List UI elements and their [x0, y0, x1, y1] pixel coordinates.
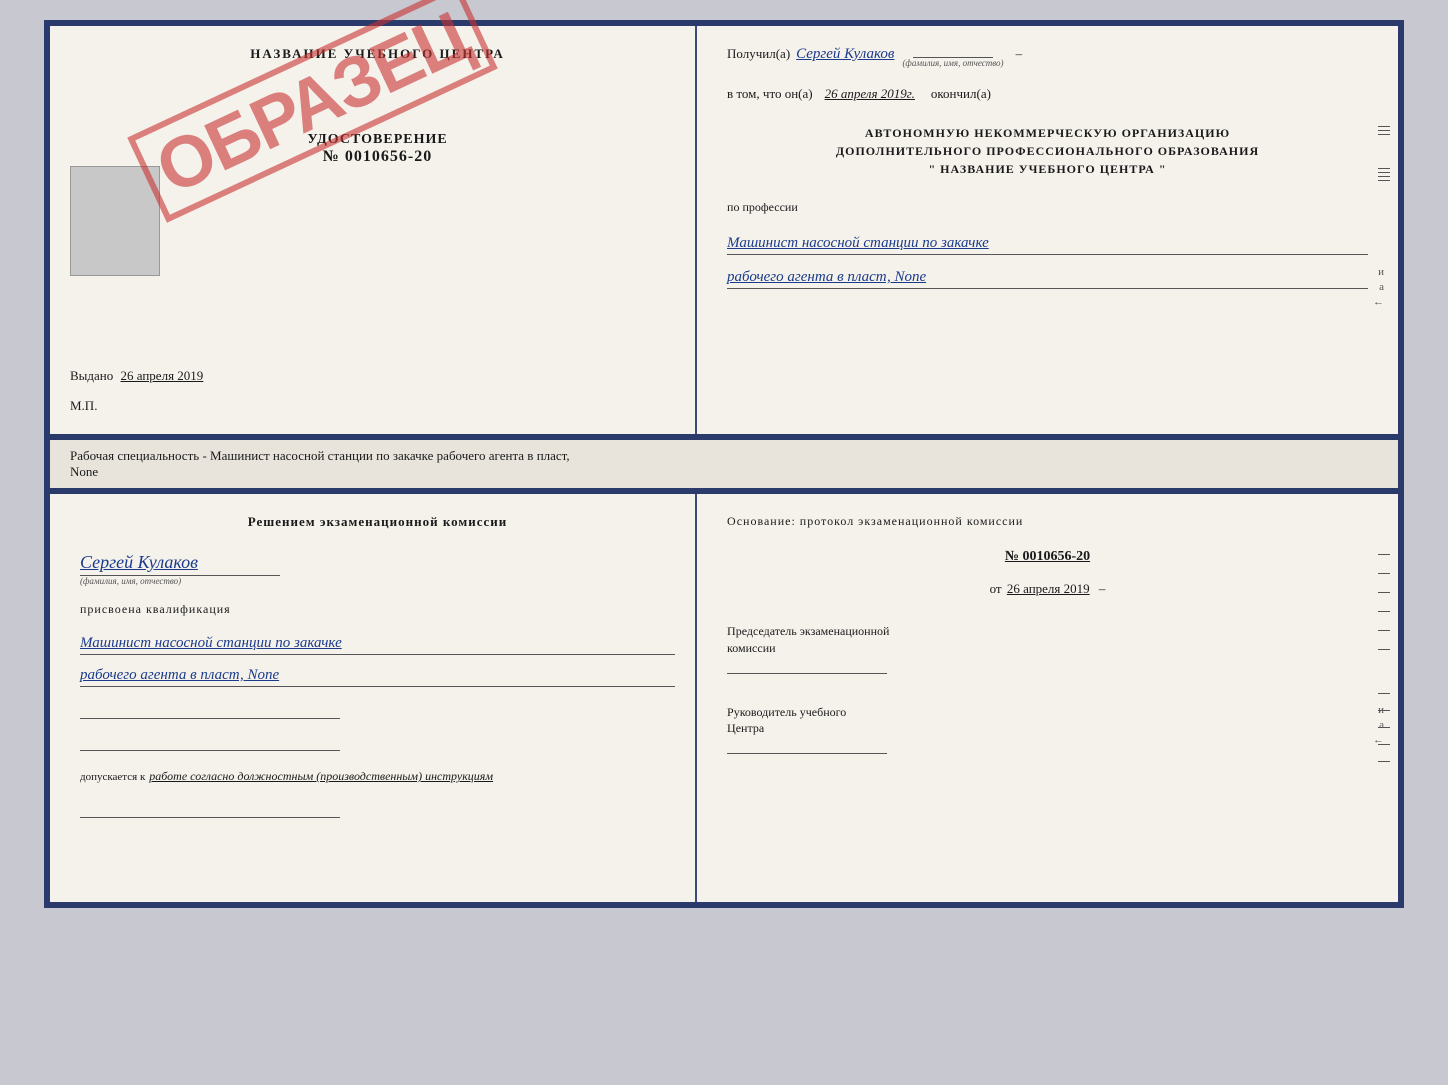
dopuskaetsya-label: допускается к: [80, 771, 145, 783]
udostoverenie-number: № 0010656-20: [323, 148, 432, 166]
bottom-name: Сергей Кулаков: [80, 552, 675, 573]
poluchil-line: Получил(а) Сергей Кулаков (фамилия, имя,…: [727, 46, 1368, 68]
document-container: НАЗВАНИЕ УЧЕБНОГО ЦЕНТРА ОБРАЗЕЦ УДОСТОВ…: [44, 20, 1404, 908]
top-doc-right: Получил(а) Сергей Кулаков (фамилия, имя,…: [697, 26, 1398, 434]
vtom-label: в том, что он(а): [727, 86, 813, 102]
vydano-line: Выдано 26 апреля 2019: [70, 368, 675, 384]
bottom-name-block: Сергей Кулаков (фамилия, имя, отчество): [80, 546, 675, 586]
po-professii-label: по профессии: [727, 200, 1368, 215]
bottom-familiya-label: (фамилия, имя, отчество): [80, 576, 675, 586]
bottom-right-decorative-lines: [1378, 554, 1390, 650]
rabote-label: работе согласно должностным (производств…: [149, 769, 493, 784]
dopuskaetsya-line: допускается к работе согласно должностны…: [80, 769, 675, 784]
protocol-number: № 0010656-20: [727, 549, 1368, 565]
profession-line1: Машинист насосной станции по закачке: [727, 231, 1368, 255]
underline-field-2: [80, 731, 340, 751]
right-label-a: а: [1379, 281, 1384, 293]
center-text-block: АВТОНОМНУЮ НЕКОММЕРЧЕСКУЮ ОРГАНИЗАЦИЮ ДО…: [727, 124, 1368, 178]
rukovoditel-title-line1: Руководитель учебного: [727, 704, 1368, 721]
prisvoena-text: присвоена квалификация: [80, 602, 675, 617]
mp-label: М.П.: [70, 398, 97, 414]
ot-label: от: [990, 581, 1002, 596]
bottom-profession-line2: рабочего агента в пласт, None: [80, 663, 675, 687]
center-line1: АВТОНОМНУЮ НЕКОММЕРЧЕСКУЮ ОРГАНИЗАЦИЮ: [727, 124, 1368, 142]
separator-line1: Рабочая специальность - Машинист насосно…: [70, 448, 570, 463]
bottom-profession-line1: Машинист насосной станции по закачке: [80, 631, 675, 655]
stamp-text: ОБРАЗЕЦ: [127, 0, 498, 223]
rukovoditel-title-line2: Центра: [727, 720, 1368, 737]
predsedatel-block: Председатель экзаменационной комиссии: [727, 623, 1368, 674]
vtom-date: 26 апреля 2019г.: [825, 86, 915, 102]
vydano-date: 26 апреля 2019: [121, 368, 204, 383]
top-doc-left: НАЗВАНИЕ УЧЕБНОГО ЦЕНТРА ОБРАЗЕЦ УДОСТОВ…: [50, 26, 697, 434]
udostoverenie-title: УДОСТОВЕРЕНИЕ: [307, 132, 447, 148]
photo-placeholder: [70, 166, 160, 276]
underline-field-1: [80, 699, 340, 719]
predsedatel-title-line1: Председатель экзаменационной: [727, 623, 1368, 640]
familiya-label-top: (фамилия, имя, отчество): [902, 58, 1003, 68]
poluchil-label: Получил(а): [727, 46, 790, 62]
ot-date-line: от 26 апреля 2019 –: [727, 581, 1368, 597]
dash-poluchil: –: [1016, 46, 1023, 62]
ot-date-value: 26 апреля 2019: [1007, 581, 1090, 596]
predsedatel-signature-line: [727, 673, 887, 674]
udostoverenie-block: УДОСТОВЕРЕНИЕ № 0010656-20: [307, 132, 447, 166]
rukovoditel-block: Руководитель учебного Центра: [727, 704, 1368, 755]
bottom-document: Решением экзаменационной комиссии Сергей…: [44, 488, 1404, 908]
bottom-right-dashes-lower: [1378, 693, 1390, 762]
okonchil-label: окончил(а): [931, 86, 991, 102]
bottom-doc-left: Решением экзаменационной комиссии Сергей…: [50, 494, 697, 902]
center-line2: ДОПОЛНИТЕЛЬНОГО ПРОФЕССИОНАЛЬНОГО ОБРАЗО…: [727, 142, 1368, 160]
right-decorative-lines: [1378, 126, 1390, 181]
dash-ot: –: [1099, 581, 1106, 596]
predsedatel-title-line2: комиссии: [727, 640, 1368, 657]
right-label-i: и: [1378, 266, 1384, 278]
profession-line2: рабочего агента в пласт, None: [727, 265, 1368, 289]
top-document: НАЗВАНИЕ УЧЕБНОГО ЦЕНТРА ОБРАЗЕЦ УДОСТОВ…: [44, 20, 1404, 440]
bottom-doc-right: Основание: протокол экзаменационной коми…: [697, 494, 1398, 902]
separator-line2: None: [70, 464, 98, 479]
separator-text: Рабочая специальность - Машинист насосно…: [44, 440, 1404, 488]
right-label-arrow: ←: [1373, 296, 1384, 308]
rukovoditel-signature-line: [727, 753, 887, 754]
obrazets-stamp: ОБРАЗЕЦ: [127, 0, 498, 223]
osnovanie-text: Основание: протокол экзаменационной коми…: [727, 514, 1368, 529]
center-line3: " НАЗВАНИЕ УЧЕБНОГО ЦЕНТРА ": [727, 160, 1368, 178]
underline-field-3: [80, 798, 340, 818]
resheniem-text: Решением экзаменационной комиссии: [80, 514, 675, 530]
vtom-line: в том, что он(а) 26 апреля 2019г. окончи…: [727, 86, 1368, 102]
poluchil-name: Сергей Кулаков: [796, 46, 894, 63]
top-title: НАЗВАНИЕ УЧЕБНОГО ЦЕНТРА: [250, 46, 505, 62]
vydano-label: Выдано: [70, 368, 113, 383]
